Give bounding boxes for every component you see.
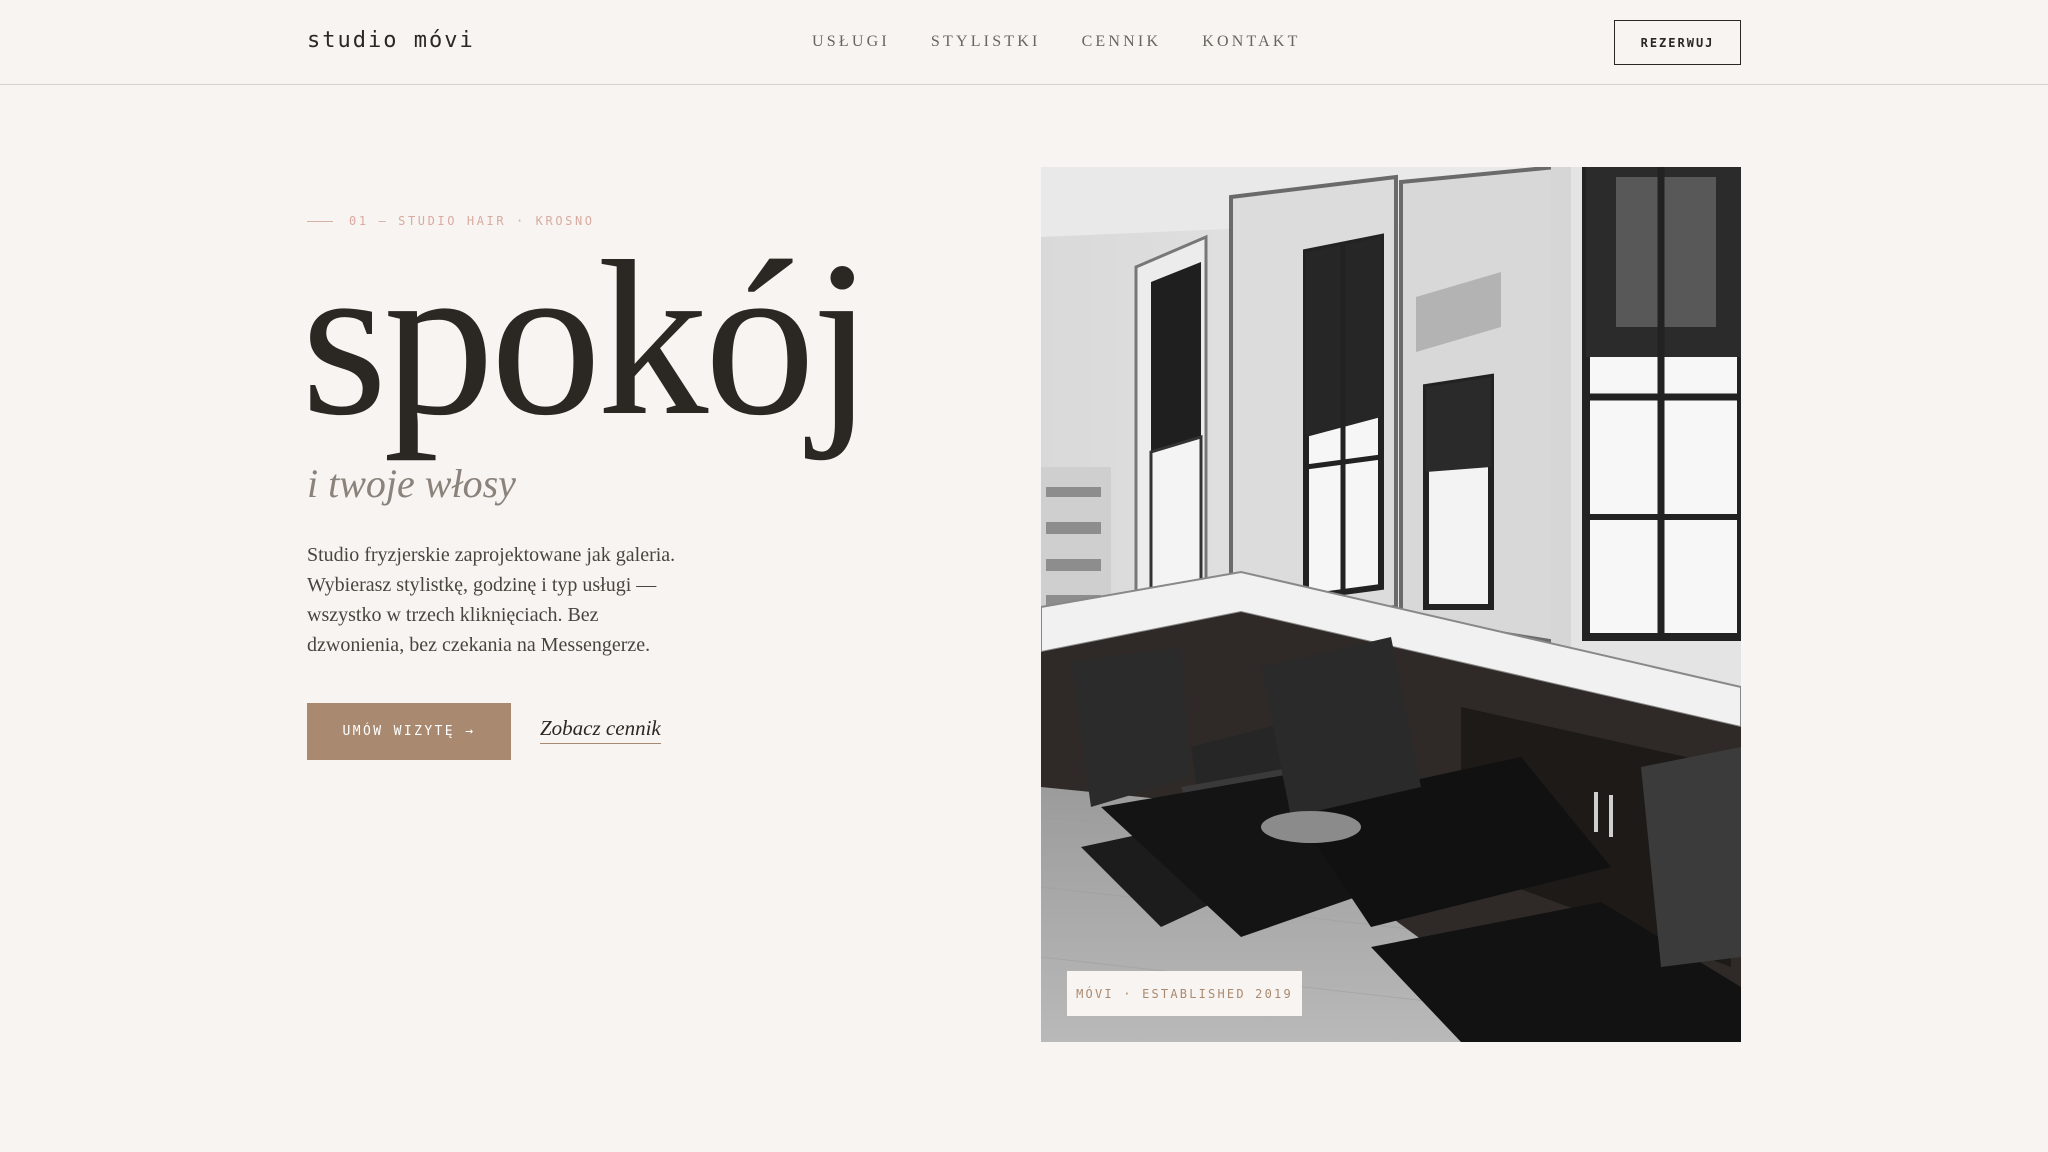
nav-item-uslugi[interactable]: USŁUGI	[812, 33, 890, 51]
book-button[interactable]: REZERWUJ	[1614, 20, 1741, 65]
book-visit-button[interactable]: UMÓW WIZYTĘ →	[307, 703, 511, 760]
main-nav: USŁUGI STYLISTKI CENNIK KONTAKT	[812, 33, 1342, 51]
hero-title: spokój	[301, 216, 873, 462]
nav-item-cennik[interactable]: CENNIK	[1082, 33, 1162, 51]
salon-interior-image	[1041, 167, 1741, 1042]
hero-subtitle: i twoje włosy	[307, 461, 516, 506]
established-badge: MÓVI · ESTABLISHED 2019	[1067, 971, 1302, 1016]
site-header: studio móvi USŁUGI STYLISTKI CENNIK KONT…	[0, 0, 2048, 85]
see-prices-link[interactable]: Zobacz cennik	[540, 716, 661, 744]
hero-lead-text: Studio fryzjerskie zaprojektowane jak ga…	[307, 544, 676, 656]
nav-item-kontakt[interactable]: KONTAKT	[1202, 33, 1300, 51]
nav-item-stylistki[interactable]: STYLISTKI	[931, 33, 1041, 51]
salon-photo: MÓVI · ESTABLISHED 2019	[1041, 167, 1741, 1042]
site-logo[interactable]: studio móvi	[307, 28, 475, 53]
